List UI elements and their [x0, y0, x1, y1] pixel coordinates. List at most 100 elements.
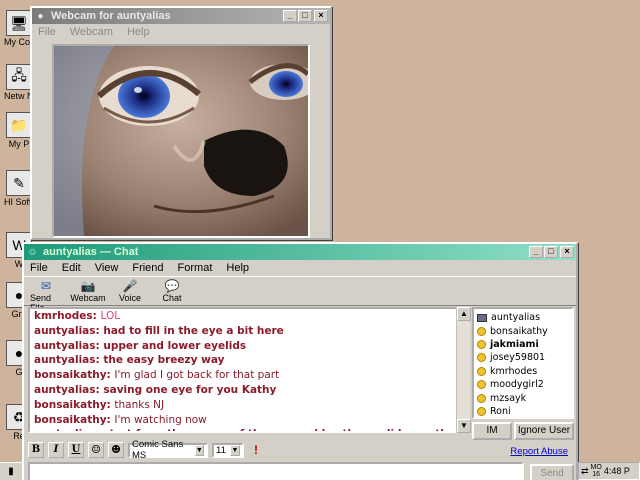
- chat-menubar: File Edit View Friend Format Help: [24, 260, 576, 276]
- clock[interactable]: 4:48 P: [604, 466, 630, 476]
- font-select[interactable]: Comic Sans MS ▼: [128, 439, 208, 461]
- user-list-item[interactable]: jakmiami: [477, 338, 569, 351]
- taskbar-icon: ▮: [8, 466, 14, 477]
- chat-message: auntyalias: had to fill in the eye a bit…: [34, 324, 462, 339]
- user-list-item[interactable]: Roni: [477, 405, 569, 418]
- ignore-user-button[interactable]: Ignore User: [514, 422, 574, 440]
- chat-message: auntyalias: start from the corner of the…: [34, 427, 466, 431]
- smiley-status-icon: [477, 393, 486, 403]
- user-name: Roni: [490, 405, 511, 417]
- chat-scrollbar[interactable]: ▲ ▼: [456, 307, 471, 433]
- user-name: bonsaikathy: [490, 325, 548, 337]
- tool-label: Chat: [162, 293, 182, 303]
- message-input[interactable]: [28, 462, 524, 480]
- tool-label: Voice: [118, 293, 142, 303]
- menu-file[interactable]: File: [38, 26, 56, 38]
- alert-icon[interactable]: !: [254, 443, 258, 457]
- webcam-button[interactable]: 📷 Webcam: [70, 279, 106, 303]
- message-sender[interactable]: auntyalias:: [34, 354, 103, 366]
- user-list-item[interactable]: kmrhodes: [477, 365, 569, 378]
- folder-icon: 📁: [6, 112, 32, 138]
- message-sender[interactable]: auntyalias:: [34, 325, 103, 337]
- send-file-button[interactable]: ✉ Send File: [30, 279, 62, 313]
- scroll-up-icon[interactable]: ▲: [457, 307, 471, 321]
- chat-window[interactable]: ☺ auntyalias — Chat _ □ × File Edit View…: [22, 242, 578, 480]
- user-name: mzsayk: [490, 392, 527, 404]
- bold-button[interactable]: B: [28, 442, 44, 458]
- tray-daynum: 16: [592, 471, 601, 478]
- webcam-titlebar[interactable]: ● Webcam for auntyalias _ □ ×: [32, 8, 330, 24]
- im-button[interactable]: IM: [472, 422, 512, 440]
- report-abuse-link[interactable]: Report Abuse: [510, 446, 568, 457]
- tray-date: MO 16: [591, 464, 602, 478]
- message-sender[interactable]: auntyalias:: [34, 340, 103, 352]
- menu-file[interactable]: File: [30, 262, 48, 274]
- network-icon: 🖧: [6, 64, 32, 90]
- network-tray-icon[interactable]: ⇄: [581, 466, 589, 477]
- chat-message-log[interactable]: kmrhodes: LOL auntyalias: had to fill in …: [28, 307, 468, 433]
- chat-icon: 💬: [164, 279, 180, 293]
- user-name: josey59801: [490, 352, 546, 364]
- message-sender[interactable]: bonsaikathy:: [34, 399, 114, 411]
- user-name: kmrhodes: [490, 365, 538, 377]
- send-file-icon: ✉: [40, 279, 52, 293]
- font-size-value: 11: [216, 444, 226, 456]
- message-sender[interactable]: auntyalias:: [34, 428, 103, 431]
- menu-view[interactable]: View: [95, 262, 119, 274]
- italic-button[interactable]: I: [48, 442, 64, 458]
- minimize-button[interactable]: _: [283, 10, 297, 22]
- tray-day: MO: [590, 464, 602, 471]
- maximize-button[interactable]: □: [544, 246, 558, 258]
- emoticon-icon[interactable]: ☺: [88, 442, 104, 458]
- chat-titlebar[interactable]: ☺ auntyalias — Chat _ □ ×: [24, 244, 576, 260]
- webcam-status-icon: [477, 313, 487, 322]
- close-button[interactable]: ×: [560, 246, 574, 258]
- system-tray: ⇄ MO 16 4:48 P: [578, 462, 640, 480]
- menu-edit[interactable]: Edit: [62, 262, 81, 274]
- voice-button[interactable]: 🎤 Voice: [114, 279, 146, 303]
- user-list-item[interactable]: moodygirl2: [477, 378, 569, 391]
- menu-help[interactable]: Help: [226, 262, 249, 274]
- smiley-status-icon: [477, 326, 486, 336]
- sculpted-face-image: [54, 46, 308, 236]
- minimize-button[interactable]: _: [529, 246, 543, 258]
- webcam-window[interactable]: ● Webcam for auntyalias _ □ × File Webca…: [30, 6, 332, 240]
- chat-message: kmrhodes: LOL: [34, 309, 462, 324]
- chat-message: bonsaikathy: I'm glad I got back for tha…: [34, 368, 462, 383]
- message-text: upper and lower eyelids: [103, 339, 247, 352]
- font-name: Comic Sans MS: [132, 439, 184, 461]
- room-user-list[interactable]: auntyalias bonsaikathy jakmiami josey59801 k…: [472, 307, 574, 419]
- message-text: LOL: [100, 310, 121, 322]
- user-list-item[interactable]: mzsayk: [477, 391, 569, 404]
- message-text: thanks NJ: [114, 398, 165, 411]
- taskbar-start-edge[interactable]: ▮: [0, 462, 22, 480]
- chevron-down-icon: ▼: [230, 444, 240, 456]
- user-list-item[interactable]: josey59801: [477, 351, 569, 364]
- menu-help[interactable]: Help: [127, 26, 150, 38]
- close-button[interactable]: ×: [314, 10, 328, 22]
- chat-toolbar: ✉ Send File 📷 Webcam 🎤 Voice 💬 Chat: [24, 276, 576, 313]
- underline-button[interactable]: U: [68, 442, 84, 458]
- smiley-status-icon: [477, 406, 486, 416]
- maximize-button[interactable]: □: [298, 10, 312, 22]
- send-button[interactable]: Send: [530, 464, 574, 480]
- window-title: auntyalias — Chat: [43, 246, 139, 258]
- message-sender[interactable]: bonsaikathy:: [34, 369, 114, 381]
- chat-message: bonsaikathy: I'm watching now: [34, 413, 462, 428]
- tool-label: Webcam: [70, 293, 106, 303]
- font-size-select[interactable]: 11 ▼: [212, 442, 244, 458]
- message-sender[interactable]: kmrhodes:: [34, 310, 101, 322]
- user-list-item[interactable]: auntyalias: [477, 311, 569, 324]
- message-sender[interactable]: bonsaikathy:: [34, 414, 114, 426]
- chat-button[interactable]: 💬 Chat: [156, 279, 188, 303]
- scroll-down-icon[interactable]: ▼: [457, 419, 471, 433]
- wink-icon[interactable]: ☻: [108, 442, 124, 458]
- message-sender[interactable]: auntyalias:: [34, 384, 103, 396]
- menu-friend[interactable]: Friend: [132, 262, 163, 274]
- user-list-item[interactable]: bonsaikathy: [477, 324, 569, 337]
- chat-message: auntyalias: upper and lower eyelids: [34, 339, 462, 354]
- voice-icon: 🎤: [122, 279, 138, 293]
- menu-webcam[interactable]: Webcam: [70, 26, 113, 38]
- menu-format[interactable]: Format: [178, 262, 213, 274]
- message-text: had to fill in the eye a bit here: [103, 324, 284, 337]
